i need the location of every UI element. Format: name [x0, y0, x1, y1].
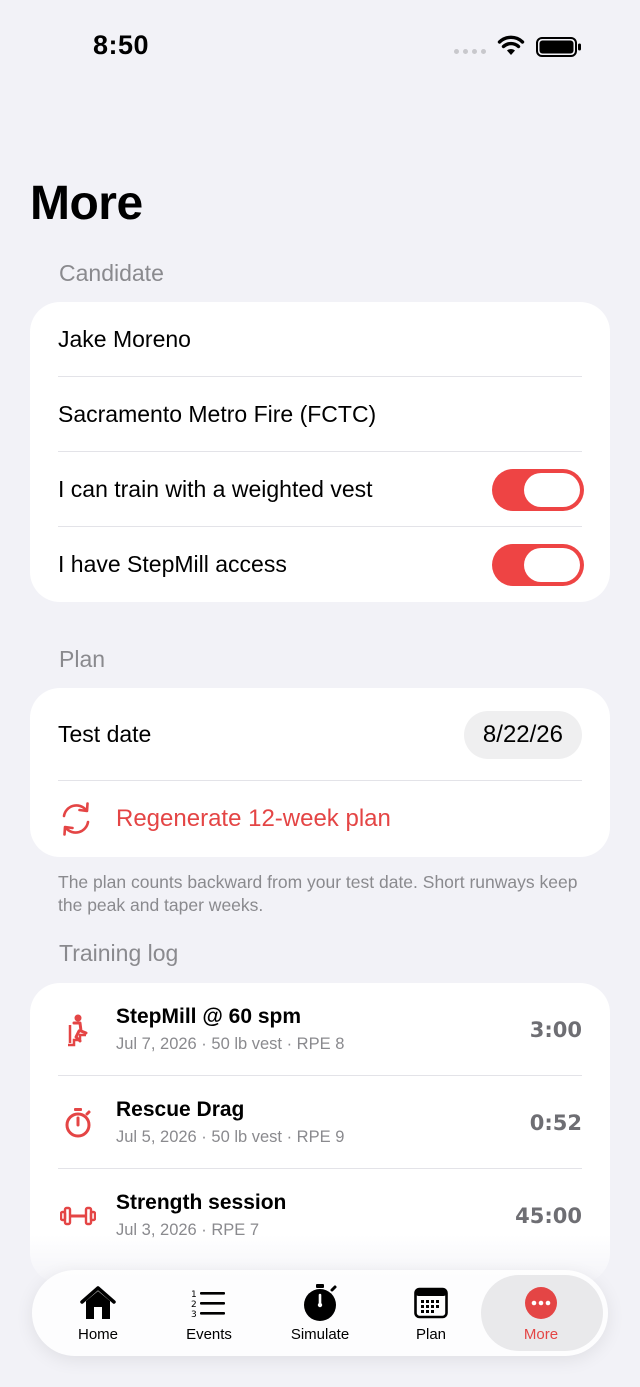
timer-icon	[301, 1283, 339, 1322]
log-entry[interactable]: Rescue Drag Jul 5, 2026 · 50 lb vest · R…	[30, 1076, 610, 1169]
svg-text:3: 3	[191, 1310, 197, 1318]
log-entry-title: Strength session	[116, 1191, 287, 1214]
tab-events-label: Events	[186, 1325, 232, 1343]
candidate-section-header: Candidate	[59, 260, 164, 286]
log-entry-duration: 3:00	[529, 1017, 582, 1042]
page-title: More	[30, 177, 143, 230]
log-entry[interactable]: StepMill @ 60 spm Jul 7, 2026 · 50 lb ve…	[30, 983, 610, 1076]
tab-simulate[interactable]: Simulate	[270, 1270, 370, 1356]
stepmill-access-toggle[interactable]	[492, 543, 584, 586]
stepmill-access-row: I have StepMill access	[30, 527, 610, 602]
weighted-vest-row: I can train with a weighted vest	[30, 452, 610, 527]
log-entry-title: StepMill @ 60 spm	[116, 1005, 302, 1028]
toggle-knob	[524, 472, 580, 507]
plan-footnote: The plan counts backward from your test …	[58, 872, 578, 915]
test-date-label: Test date	[58, 721, 152, 747]
list-icon: 1 2 3	[191, 1284, 227, 1322]
home-icon	[79, 1284, 117, 1322]
svg-text:1: 1	[191, 1290, 197, 1300]
candidate-card: Jake Moreno Sacramento Metro Fire (FCTC)…	[30, 302, 610, 602]
test-date-picker[interactable]: 8/22/26	[463, 710, 582, 759]
tab-events[interactable]: 1 2 3 Events	[159, 1270, 259, 1356]
log-entry-title: Rescue Drag	[116, 1098, 245, 1121]
test-date-row: Test date 8/22/26	[30, 688, 610, 781]
candidate-name: Jake Moreno	[58, 326, 191, 352]
tab-home-label: Home	[77, 1325, 118, 1343]
department-name: Sacramento Metro Fire (FCTC)	[58, 401, 377, 427]
tab-home[interactable]: Home	[48, 1270, 148, 1356]
weighted-vest-label: I can train with a weighted vest	[58, 476, 373, 502]
candidate-name-row[interactable]: Jake Moreno	[30, 302, 610, 377]
regenerate-plan-label: Regenerate 12-week plan	[116, 805, 391, 832]
tab-plan-label: Plan	[415, 1325, 447, 1343]
stepmill-access-label: I have StepMill access	[58, 551, 287, 577]
battery-icon	[536, 37, 581, 57]
regenerate-plan-button[interactable]: Regenerate 12-week plan	[30, 781, 610, 857]
status-bar: 8:50	[0, 0, 640, 90]
dumbbell-icon	[58, 1196, 98, 1236]
weighted-vest-toggle[interactable]	[492, 468, 584, 511]
training-log-section-header: Training log	[59, 940, 179, 966]
toggle-knob	[524, 547, 580, 582]
tab-more-label: More	[523, 1325, 559, 1343]
plan-section-header: Plan	[59, 646, 106, 672]
log-entry-details: Jul 5, 2026 · 50 lb vest · RPE 9	[116, 1128, 345, 1146]
tab-plan[interactable]: Plan	[381, 1270, 481, 1356]
svg-text:2: 2	[191, 1300, 197, 1310]
cellular-icon	[454, 49, 486, 54]
status-time: 8:50	[93, 30, 150, 60]
stepmill-icon	[58, 1010, 98, 1050]
tab-simulate-label: Simulate	[290, 1325, 350, 1343]
log-entry-details: Jul 7, 2026 · 50 lb vest · RPE 8	[116, 1035, 345, 1053]
tab-more[interactable]: More	[491, 1270, 591, 1356]
log-entry-duration: 0:52	[529, 1110, 582, 1135]
more-icon	[524, 1284, 558, 1322]
tab-bar: Home 1 2 3 Events Simulate Plan More	[32, 1270, 608, 1356]
refresh-icon	[56, 799, 96, 839]
plan-card: Test date 8/22/26 Regenerate 12-week pla…	[30, 688, 610, 857]
log-entry-duration: 45:00	[515, 1203, 582, 1228]
calendar-icon	[414, 1284, 448, 1322]
wifi-icon	[497, 35, 525, 55]
department-row[interactable]: Sacramento Metro Fire (FCTC)	[30, 377, 610, 452]
stopwatch-icon	[58, 1103, 98, 1143]
